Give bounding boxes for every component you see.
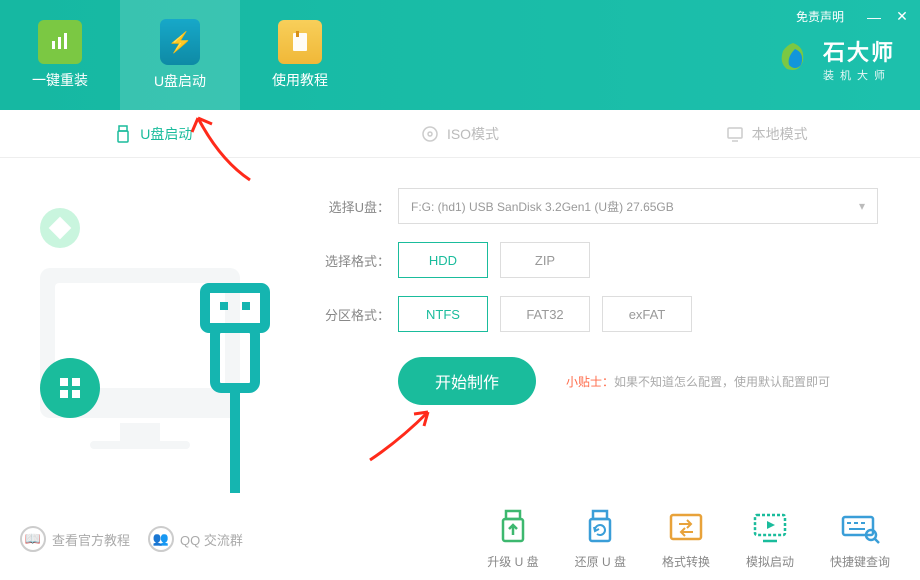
- people-icon: 👥: [148, 526, 174, 552]
- usb-up-icon: [492, 509, 534, 547]
- qq-group-link[interactable]: 👥 QQ 交流群: [148, 526, 243, 552]
- footer-link-label: 查看官方教程: [52, 530, 130, 549]
- header: 一键重装 U盘启动 使用教程 免责声明 — ✕ 石大师 装机大师: [0, 0, 920, 110]
- footer: 📖 查看官方教程 👥 QQ 交流群 升级 U 盘 还原 U 盘 格式转换 模拟启…: [0, 498, 920, 580]
- nav-label: U盘启动: [154, 71, 206, 91]
- partition-label: 分区格式：: [320, 305, 390, 324]
- shield-lightning-icon: [160, 19, 200, 65]
- tip: 小贴士：如果不知道怎么配置，使用默认配置即可: [566, 373, 830, 390]
- minimize-button[interactable]: —: [866, 9, 882, 25]
- close-button[interactable]: ✕: [894, 8, 910, 25]
- format-label: 选择格式：: [320, 251, 390, 270]
- mode-tab-local[interactable]: 本地模式: [613, 110, 920, 157]
- nav-label: 一键重装: [32, 70, 88, 90]
- mode-tab-usb[interactable]: U盘启动: [0, 110, 307, 157]
- brand-title: 石大师: [823, 35, 895, 67]
- tool-label: 升级 U 盘: [487, 553, 538, 570]
- nav-reinstall[interactable]: 一键重装: [0, 0, 120, 110]
- start-button[interactable]: 开始制作: [398, 357, 536, 405]
- nav-label: 使用教程: [272, 70, 328, 90]
- nav-usb-boot[interactable]: U盘启动: [120, 0, 240, 110]
- tool-restore-usb[interactable]: 还原 U 盘: [575, 509, 626, 570]
- mode-tabs: U盘启动 ISO模式 本地模式: [0, 110, 920, 158]
- brand: 石大师 装机大师: [773, 35, 895, 83]
- tool-label: 格式转换: [662, 553, 710, 570]
- tip-text: 如果不知道怎么配置，使用默认配置即可: [614, 375, 830, 389]
- mode-tab-iso[interactable]: ISO模式: [307, 110, 614, 157]
- tool-format-convert[interactable]: 格式转换: [662, 509, 710, 570]
- bar-chart-icon: [38, 20, 82, 64]
- form-area: 选择U盘： F:G: (hd1) USB SanDisk 3.2Gen1 (U盘…: [310, 158, 920, 498]
- brand-logo-icon: [773, 39, 813, 79]
- tool-label: 还原 U 盘: [575, 553, 626, 570]
- chevron-down-icon: ▾: [859, 199, 865, 213]
- main-content: 选择U盘： F:G: (hd1) USB SanDisk 3.2Gen1 (U盘…: [0, 158, 920, 498]
- tool-upgrade-usb[interactable]: 升级 U 盘: [487, 509, 538, 570]
- mode-label: U盘启动: [140, 124, 192, 144]
- tool-hotkey-lookup[interactable]: 快捷键查询: [830, 509, 890, 570]
- tool-label: 快捷键查询: [830, 553, 890, 570]
- footer-link-label: QQ 交流群: [180, 530, 243, 549]
- nav-tabs: 一键重装 U盘启动 使用教程: [0, 0, 360, 110]
- official-tutorial-link[interactable]: 📖 查看官方教程: [20, 526, 130, 552]
- mode-label: ISO模式: [447, 124, 499, 144]
- mode-label: 本地模式: [752, 124, 808, 144]
- book-open-icon: 📖: [20, 526, 46, 552]
- usb-select[interactable]: F:G: (hd1) USB SanDisk 3.2Gen1 (U盘) 27.6…: [398, 188, 878, 224]
- disclaimer-link[interactable]: 免责声明: [796, 8, 844, 25]
- monitor-play-icon: [749, 509, 791, 547]
- partition-option-fat32[interactable]: FAT32: [500, 296, 590, 332]
- usb-select-value: F:G: (hd1) USB SanDisk 3.2Gen1 (U盘) 27.6…: [411, 198, 674, 215]
- usb-icon: [114, 125, 132, 143]
- monitor-icon: [726, 125, 744, 143]
- illustration: [0, 158, 310, 498]
- tool-simulate-boot[interactable]: 模拟启动: [746, 509, 794, 570]
- nav-tutorial[interactable]: 使用教程: [240, 0, 360, 110]
- convert-icon: [665, 509, 707, 547]
- usb-refresh-icon: [579, 509, 621, 547]
- window-controls: 免责声明 — ✕: [796, 8, 910, 25]
- footer-tools: 升级 U 盘 还原 U 盘 格式转换 模拟启动 快捷键查询: [487, 509, 890, 570]
- partition-option-ntfs[interactable]: NTFS: [398, 296, 488, 332]
- disc-icon: [421, 125, 439, 143]
- tool-label: 模拟启动: [746, 553, 794, 570]
- partition-option-exfat[interactable]: exFAT: [602, 296, 692, 332]
- format-option-hdd[interactable]: HDD: [398, 242, 488, 278]
- format-option-zip[interactable]: ZIP: [500, 242, 590, 278]
- book-icon: [278, 20, 322, 64]
- tip-label: 小贴士：: [566, 375, 614, 389]
- usb-select-label: 选择U盘：: [320, 197, 390, 216]
- brand-subtitle: 装机大师: [823, 67, 895, 83]
- keyboard-search-icon: [839, 509, 881, 547]
